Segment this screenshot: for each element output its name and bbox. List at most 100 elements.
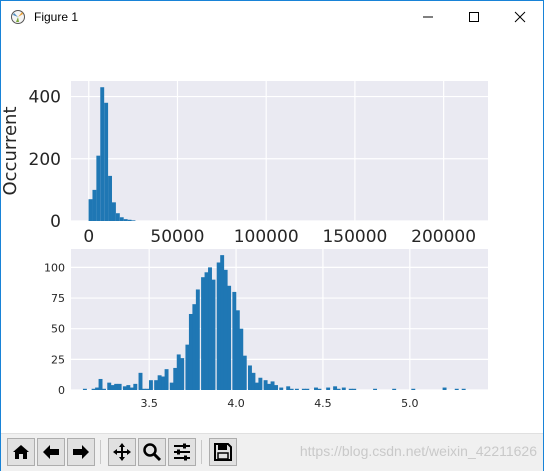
axes-2: 3.5 4.0 4.5 5.0 0 25 50 75 100 [44,249,488,410]
histogram-bar [192,304,197,390]
histogram-bar [267,383,272,390]
x-tick-label: 150000 [322,227,387,247]
histogram-bar [326,387,331,390]
close-button[interactable] [497,1,543,33]
forward-button[interactable] [67,438,95,466]
y-tick-label: 200 [29,150,61,170]
histogram-bar [110,385,115,390]
toolbar-separator [201,440,202,464]
histogram-bar [185,344,190,390]
histogram-bar [96,155,101,221]
histogram-bar [157,375,162,390]
histogram-bar [169,382,174,390]
figure-canvas[interactable]: 0 50000 100000 150000 200000 0 200 400 Occurrent… [0,33,543,433]
histogram-bar [111,202,116,221]
histogram-bar [251,372,256,390]
histogram-bar [126,385,131,390]
minimize-icon [423,16,433,18]
y-tick-label: 0 [58,384,65,397]
x-tick-label: 4.5 [314,397,332,410]
histogram-bar [454,388,459,390]
histogram-bar [208,267,212,390]
histogram-bar [173,367,178,390]
x-tick-label: 200000 [411,227,476,247]
histogram-bar [442,387,447,390]
histogram-bar [145,388,150,390]
figure-window: Figure 1 0 50000 100000 150000 200000 0 200 400… [0,0,544,471]
histogram-bar [138,372,143,390]
histogram-bar [95,387,100,390]
histogram-bar [220,255,225,390]
histogram-bar [232,291,237,390]
histogram-bar [82,388,87,390]
pan-icon [113,443,131,461]
histogram-bar [123,219,128,221]
close-icon [514,11,526,23]
histogram-bar [92,189,97,221]
histogram-bar [314,387,318,390]
histogram-bar [227,285,232,390]
histogram-bar [119,217,124,221]
pan-button[interactable] [108,438,136,466]
histogram-bar [235,310,240,390]
back-icon [43,445,59,459]
save-button[interactable] [209,438,237,466]
back-button[interactable] [37,438,65,466]
x-tick-label: 5.0 [401,397,419,410]
histogram-bar [195,289,200,390]
histogram-bar [176,354,181,390]
histogram-bar [133,383,138,390]
histogram-bar [211,279,216,390]
histogram-bar [336,388,341,390]
histogram-bar [104,102,109,221]
histogram-bar [88,199,93,221]
histogram-bar [352,388,357,390]
histogram-bar [114,383,119,390]
histogram-bar [373,388,378,390]
histogram-bar [131,220,136,221]
histogram-bar [279,387,284,390]
histogram-bar [98,378,103,390]
histogram-bar [239,328,244,390]
axes-1: 0 50000 100000 150000 200000 0 200 400 Occurrent [0,81,488,247]
y-tick-label: 100 [44,261,65,274]
histogram-bar [294,388,299,390]
x-tick-label: 50000 [150,227,204,247]
plot-area [71,81,488,221]
configure-subplots-button[interactable] [168,438,196,466]
histogram-bar [333,386,338,390]
forward-icon [73,445,89,459]
histogram-bar [108,175,112,221]
zoom-icon [143,443,162,462]
histogram-bar [91,388,96,390]
histogram-bar [411,388,416,390]
histogram-bar [461,388,466,390]
home-button[interactable] [7,438,35,466]
histogram-bar [142,388,146,390]
histogram-bar [127,219,132,221]
minimize-button[interactable] [405,1,451,33]
histogram-bar [289,388,294,390]
histogram-bar [100,87,105,221]
y-tick-label: 75 [51,292,65,305]
histogram-bar [154,380,159,390]
histogram-bar [348,388,353,390]
histogram-bar [201,277,206,390]
maximize-button[interactable] [451,1,497,33]
histogram-bar [164,369,169,390]
zoom-button[interactable] [138,438,166,466]
y-tick-label: 0 [50,212,61,232]
y-tick-label: 25 [51,353,65,366]
histogram-bar [129,387,134,390]
histogram-bar [204,272,209,390]
x-tick-label: 0 [83,227,94,247]
histogram-bar [148,380,153,390]
x-tick-label: 3.5 [140,397,158,410]
window-title: Figure 1 [34,10,79,24]
histogram-bar [107,382,112,390]
y-tick-label: 50 [51,323,65,336]
toolbar-separator [100,440,101,464]
title-bar[interactable]: Figure 1 [1,1,543,33]
plot-area [71,249,488,390]
histogram-bar [305,388,310,390]
